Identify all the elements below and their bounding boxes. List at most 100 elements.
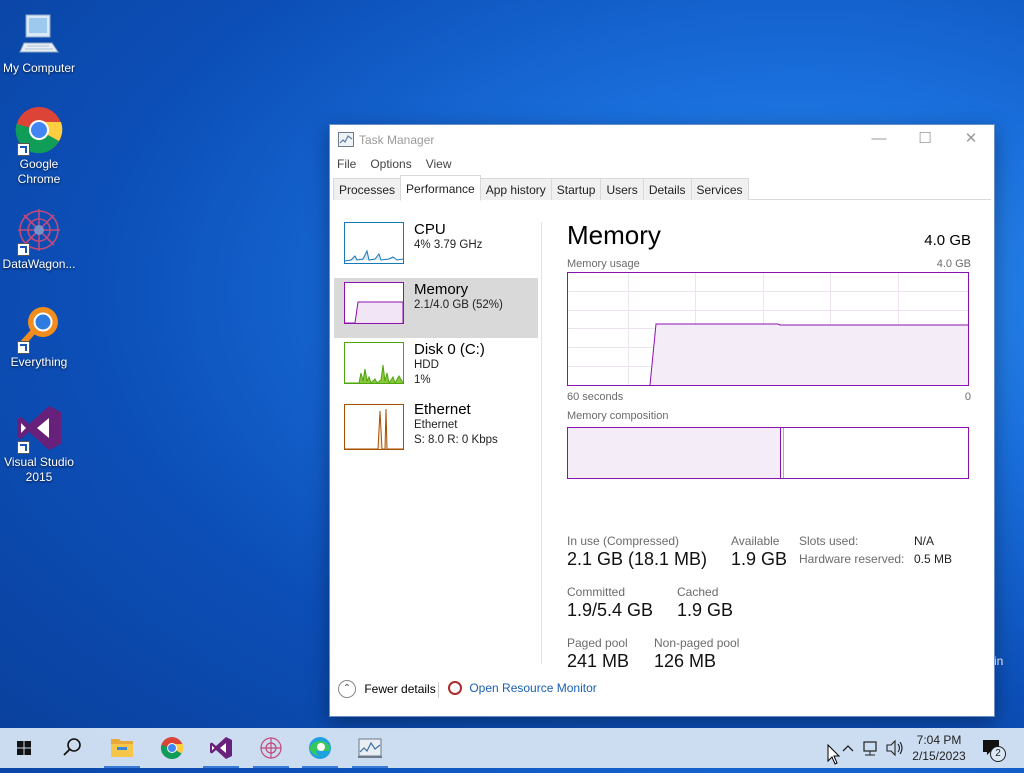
visual-studio-icon [210,737,232,759]
resource-detail: 4% 3.79 GHz [414,239,483,251]
search-button[interactable] [48,728,96,768]
minimize-icon: — [871,130,887,147]
chrome-icon [160,737,184,759]
disk-thumbnail-graph [344,342,404,385]
desktop-icon-label: My Computer [2,61,76,75]
resource-name: Memory [414,281,469,298]
paged-pool-value: 241 MB [567,651,630,671]
desktop-peek-text: in [994,654,1004,668]
maximize-button[interactable]: ☐ [902,125,948,153]
desktop-icon-label: Google Chrome [17,157,61,186]
datawagon-icon [15,206,63,256]
edge-icon [309,737,331,759]
menu-view[interactable]: View [419,153,459,175]
non-paged-pool-label: Non-paged pool [654,636,740,650]
close-button[interactable]: ✕ [948,125,994,153]
menu-options[interactable]: Options [363,153,418,175]
committed-label: Committed [567,585,626,599]
resource-name: Ethernet [414,401,471,418]
visual-studio-icon [15,404,63,454]
task-manager-icon [338,132,354,147]
taskbar: 7:04 PM 2/15/2023 2 [0,728,1024,768]
in-use-value: 2.1 GB (18.1 MB) [567,549,708,569]
minimize-button[interactable]: — [856,125,902,153]
show-hidden-icons-button[interactable] [840,728,856,768]
pane-divider [541,222,542,664]
memory-usage-label: Memory usage [567,258,640,270]
desktop-icon-label: DataWagon... [2,257,76,271]
desktop-icon-everything[interactable]: Everything [0,304,78,370]
taskbar-datawagon[interactable] [247,728,295,768]
task-manager-icon [358,738,382,758]
footer-separator [438,682,439,698]
resource-list: CPU 4% 3.79 GHz Memory 2.1/4.0 GB (52%) … [334,218,538,464]
start-button[interactable] [0,728,48,768]
hardware-reserved-label: Hardware reserved: [799,552,905,566]
title-bar[interactable]: Task Manager — ☐ ✕ [330,125,994,153]
task-manager-window: Task Manager — ☐ ✕ File Options View Proce… [329,124,995,717]
start-icon [17,741,31,755]
resource-item-memory[interactable]: Memory 2.1/4.0 GB (52%) [334,278,538,338]
resource-item-ethernet[interactable]: Ethernet Ethernet S: 8.0 R: 0 Kbps [334,398,538,464]
cpu-thumbnail-graph [344,222,404,264]
close-icon: ✕ [964,130,978,147]
memory-composition-label: Memory composition [567,410,669,422]
clock-button[interactable]: 7:04 PM 2/15/2023 [906,728,972,768]
graph-time-right: 0 [964,391,971,403]
action-center-button[interactable]: 2 [978,728,1008,768]
memory-title: Memory [567,220,661,250]
desktop-icon-google-chrome[interactable]: Google Chrome [0,106,78,187]
taskbar-visual-studio[interactable] [197,728,245,768]
tab-processes[interactable]: Processes [333,178,402,200]
tab-users[interactable]: Users [600,178,644,200]
resource-monitor-label: Open Resource Monitor [469,680,597,695]
non-paged-pool-value: 126 MB [654,651,717,671]
chevron-up-icon [842,745,854,752]
tab-performance[interactable]: Performance [400,175,481,201]
memory-usage-graph [567,272,969,386]
clock-time: 7:04 PM [916,733,962,747]
desktop-icon-datawagon[interactable]: DataWagon... [0,206,78,272]
tab-services[interactable]: Services [690,178,749,200]
desktop-icon-visual-studio[interactable]: Visual Studio 2015 [0,404,78,485]
resource-name: Disk 0 (C:) [414,341,485,358]
chevron-up-icon: ⌃ [338,680,356,698]
everything-search-icon [15,304,63,354]
datawagon-icon [260,737,282,759]
taskbar-task-manager[interactable] [346,728,394,768]
committed-value: 1.9/5.4 GB [567,600,654,620]
tab-app-history[interactable]: App history [479,178,552,200]
memory-composition-bar [567,427,969,479]
speaker-icon [886,739,903,757]
hardware-reserved-value: 0.5 MB [914,552,953,566]
cached-label: Cached [677,585,719,599]
desktop-icon-label: Everything [10,355,68,369]
shortcut-arrow-icon [17,341,30,354]
available-label: Available [731,534,780,548]
fewer-details-button[interactable]: ⌃ Fewer details [338,680,436,698]
resource-detail: HDD [414,359,439,371]
resource-item-disk[interactable]: Disk 0 (C:) HDD 1% [334,338,538,398]
taskbar-chrome[interactable] [148,728,196,768]
tab-details[interactable]: Details [642,178,692,200]
volume-button[interactable] [884,728,906,768]
network-status-button[interactable] [860,728,882,768]
chrome-icon [15,106,63,156]
shortcut-arrow-icon [17,441,30,454]
tab-startup[interactable]: Startup [550,178,602,200]
resource-monitor-icon [448,680,462,695]
resource-detail: 2.1/4.0 GB (52%) [414,299,503,311]
desktop-icon-my-computer[interactable]: My Computer [0,10,78,76]
resource-item-cpu[interactable]: CPU 4% 3.79 GHz [334,218,538,278]
menu-file[interactable]: File [330,153,363,175]
clock-date: 2/15/2023 [912,749,966,763]
resource-detail-2: S: 8.0 R: 0 Kbps [414,434,498,446]
graph-time-left: 60 seconds [567,391,624,403]
taskbar-edge[interactable] [296,728,344,768]
open-resource-monitor-link[interactable]: Open Resource Monitor [448,680,597,695]
shortcut-arrow-icon [17,143,30,156]
taskbar-file-explorer[interactable] [98,728,146,768]
slots-used-value: N/A [914,534,935,548]
memory-total: 4.0 GB [924,232,971,249]
available-value: 1.9 GB [731,549,788,569]
